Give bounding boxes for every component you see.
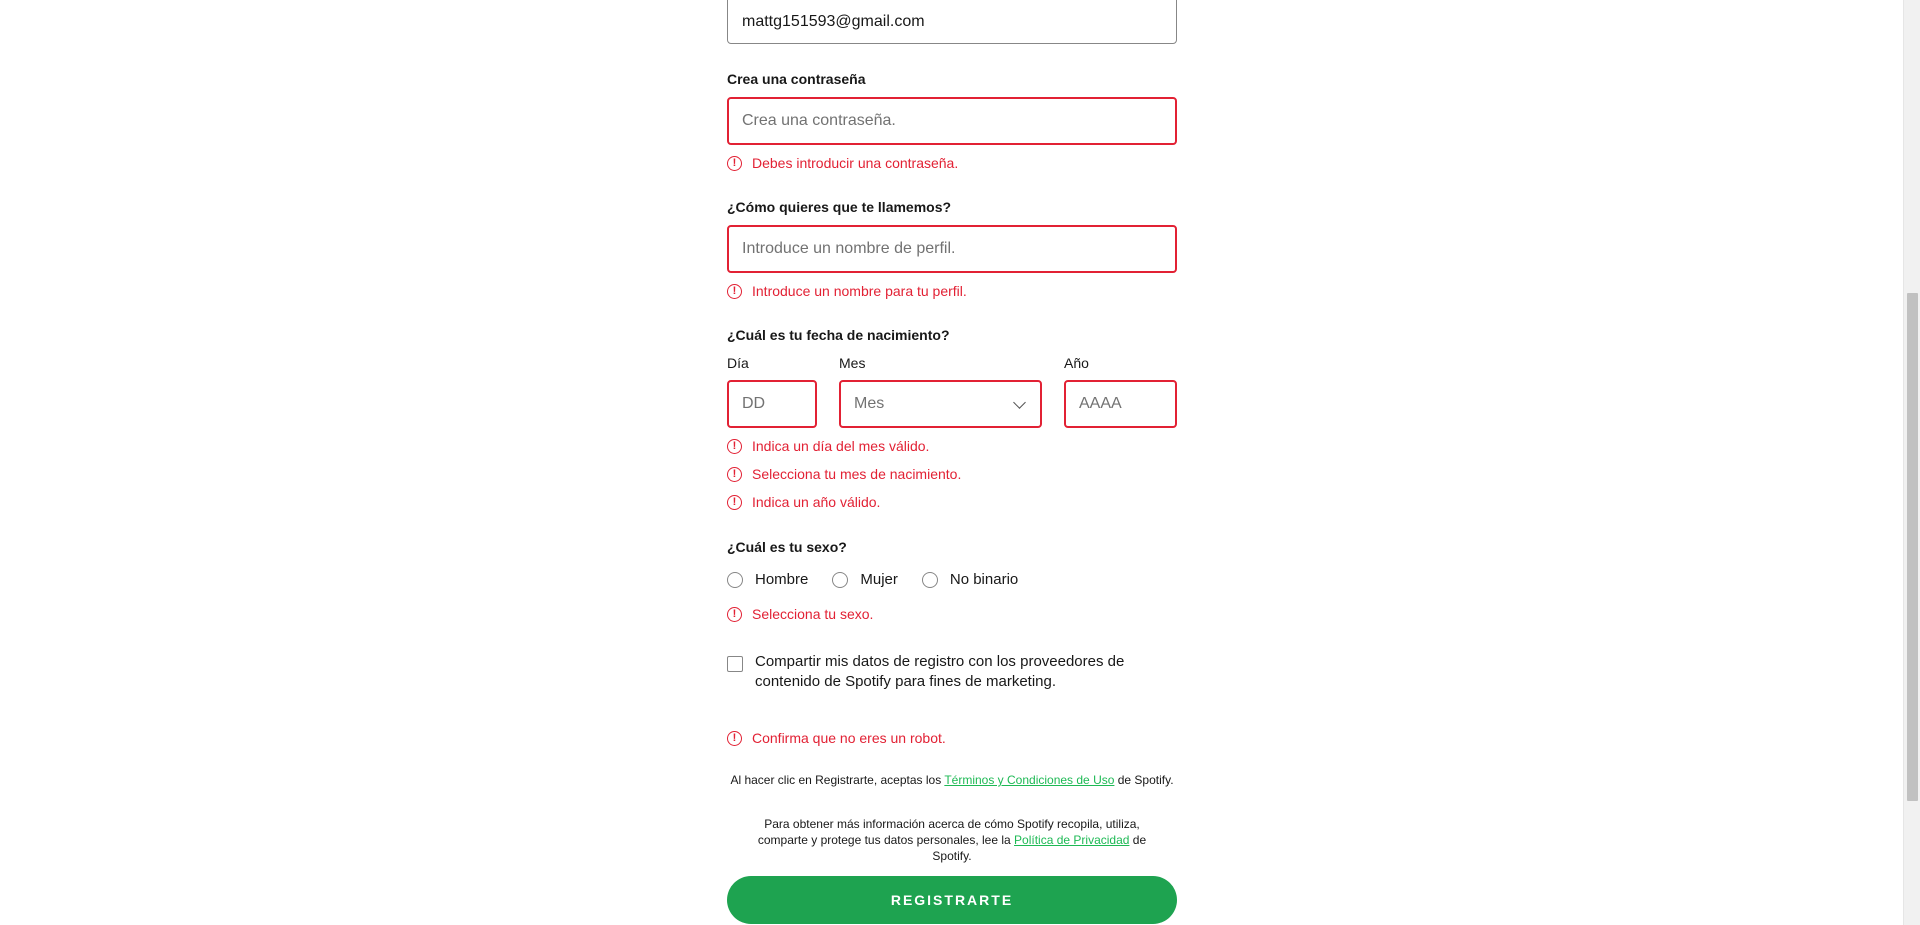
year-error: ! Indica un año válido.: [727, 493, 880, 511]
birthdate-label: ¿Cuál es tu fecha de nacimiento?: [727, 327, 950, 343]
marketing-checkbox[interactable]: [727, 656, 743, 672]
month-select-value: Mes: [854, 395, 885, 412]
radio-circle-icon[interactable]: [832, 571, 849, 588]
year-error-text: Indica un año válido.: [752, 494, 881, 510]
month-error-text: Selecciona tu mes de nacimiento.: [752, 466, 962, 482]
captcha-error-text: Confirma que no eres un robot.: [752, 730, 946, 746]
password-input[interactable]: [727, 97, 1177, 145]
password-error: ! Debes introducir una contraseña.: [727, 154, 958, 172]
day-input[interactable]: [727, 380, 817, 428]
register-button[interactable]: REGISTRARTE: [727, 876, 1177, 924]
month-error: ! Selecciona tu mes de nacimiento.: [727, 465, 961, 483]
scrollbar-thumb[interactable]: [1907, 293, 1918, 801]
gender-options: Hombre Mujer No binario: [727, 571, 1042, 588]
error-circle-icon: !: [727, 283, 742, 299]
year-input[interactable]: [1064, 380, 1177, 428]
month-select[interactable]: Mes: [839, 380, 1042, 428]
marketing-checkbox-label: Compartir mis datos de registro con los …: [755, 653, 1125, 690]
gender-error-text: Selecciona tu sexo.: [752, 606, 874, 622]
day-error: ! Indica un día del mes válido.: [727, 437, 929, 455]
gender-option-mujer[interactable]: Mujer: [832, 571, 898, 588]
marketing-consent[interactable]: Compartir mis datos de registro con los …: [727, 652, 1147, 692]
password-error-text: Debes introducir una contraseña.: [752, 155, 959, 171]
signup-page: Crea una contraseña ! Debes introducir u…: [0, 0, 1920, 925]
error-circle-icon: !: [727, 466, 742, 482]
error-circle-icon: !: [727, 155, 742, 171]
error-circle-icon: !: [727, 438, 742, 454]
profile-name-error: ! Introduce un nombre para tu perfil.: [727, 282, 967, 300]
profile-name-input[interactable]: [727, 225, 1177, 273]
privacy-link[interactable]: Política de Privacidad: [1014, 833, 1129, 847]
gender-option-label: Mujer: [860, 571, 898, 588]
profile-name-error-text: Introduce un nombre para tu perfil.: [752, 283, 967, 299]
month-label: Mes: [839, 355, 866, 371]
day-label: Día: [727, 355, 749, 371]
error-circle-icon: !: [727, 730, 742, 746]
radio-circle-icon[interactable]: [921, 571, 938, 588]
page-scrollbar[interactable]: [1903, 0, 1920, 925]
terms-suffix: de Spotify.: [1114, 773, 1174, 787]
gender-option-no-binario[interactable]: No binario: [921, 571, 1019, 588]
day-error-text: Indica un día del mes válido.: [752, 438, 930, 454]
password-label: Crea una contraseña: [727, 71, 866, 87]
gender-option-hombre[interactable]: Hombre: [727, 571, 808, 588]
gender-error: ! Selecciona tu sexo.: [727, 605, 873, 623]
gender-option-label: Hombre: [755, 571, 809, 588]
error-circle-icon: !: [727, 494, 742, 510]
profile-name-label: ¿Cómo quieres que te llamemos?: [727, 199, 952, 215]
chevron-down-icon: [1013, 396, 1026, 409]
privacy-notice: Para obtener más información acerca de c…: [727, 816, 1177, 864]
terms-prefix: Al hacer clic en Registrarte, aceptas lo…: [730, 773, 945, 787]
terms-link[interactable]: Términos y Condiciones de Uso: [944, 773, 1114, 787]
year-label: Año: [1064, 355, 1089, 371]
terms-notice: Al hacer clic en Registrarte, aceptas lo…: [727, 772, 1177, 788]
captcha-error: ! Confirma que no eres un robot.: [727, 729, 946, 747]
gender-label: ¿Cuál es tu sexo?: [727, 539, 847, 555]
error-circle-icon: !: [727, 606, 742, 622]
gender-option-label: No binario: [949, 571, 1019, 588]
radio-circle-icon[interactable]: [727, 571, 743, 588]
email-input[interactable]: [727, 0, 1177, 44]
